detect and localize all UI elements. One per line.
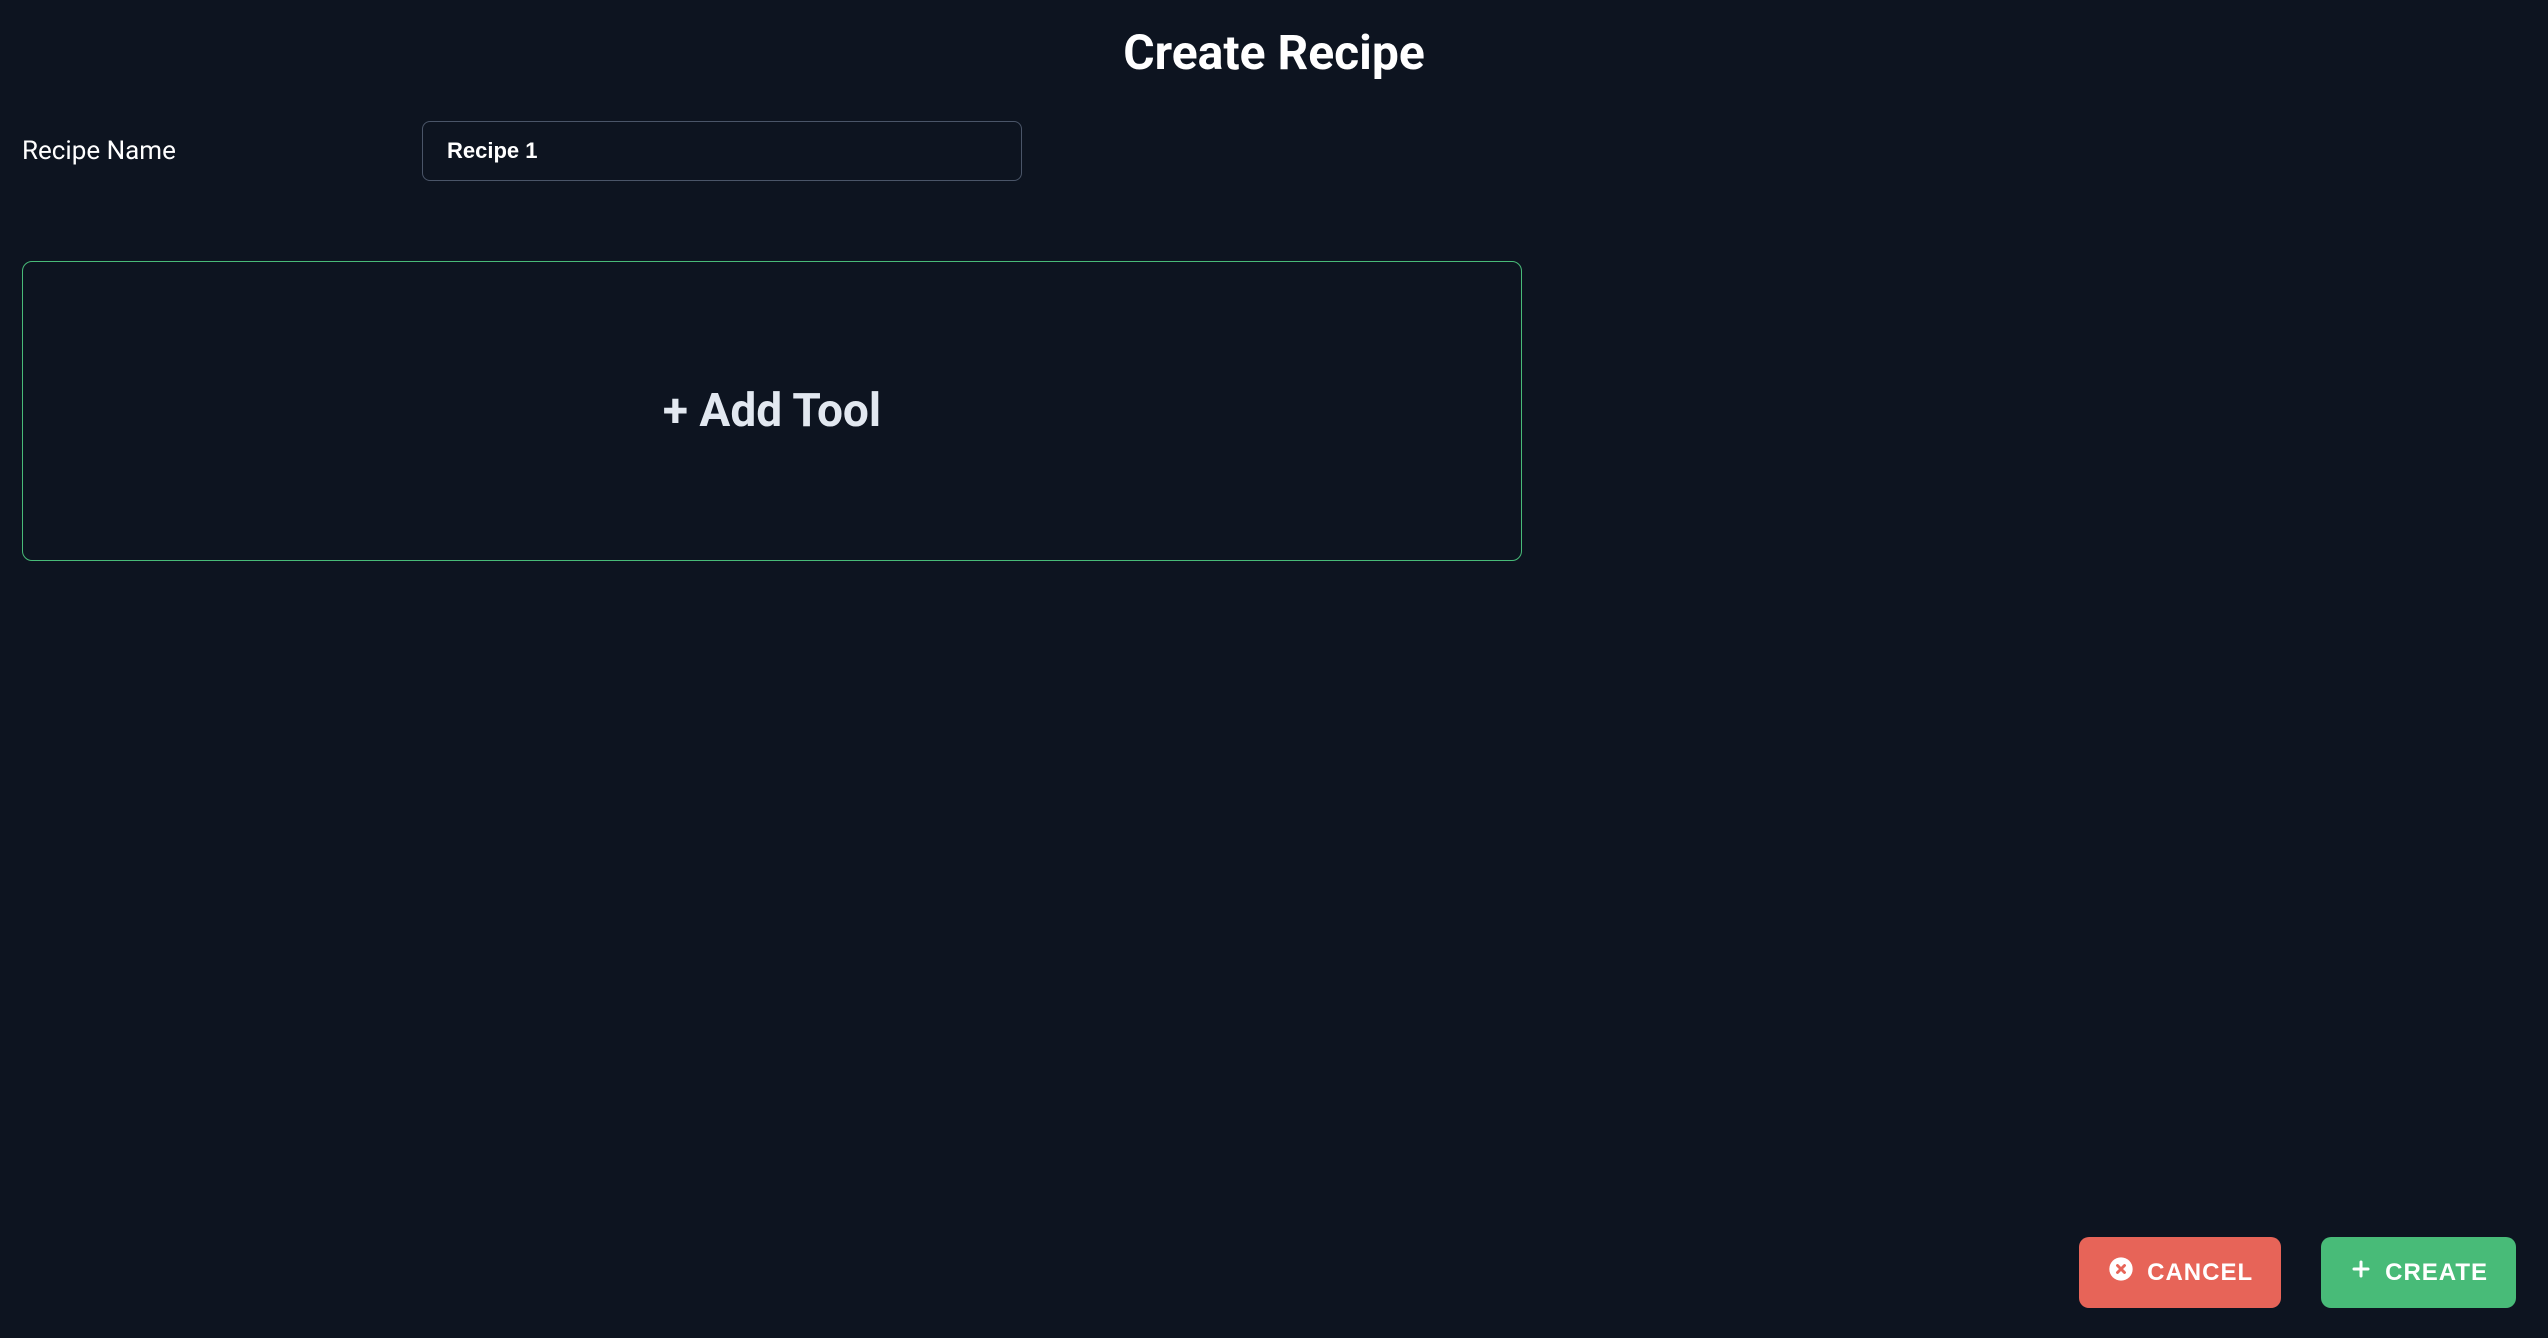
cancel-button-label: CANCEL xyxy=(2147,1259,2253,1287)
create-button-label: CREATE xyxy=(2385,1259,2488,1287)
recipe-name-label: Recipe Name xyxy=(22,136,382,166)
cancel-icon xyxy=(2107,1255,2135,1290)
add-tool-label: + Add Tool xyxy=(663,384,881,438)
add-tool-button[interactable]: + Add Tool xyxy=(22,261,1522,561)
recipe-name-row: Recipe Name xyxy=(22,121,2526,181)
footer-actions: CANCEL CREATE xyxy=(2079,1237,2516,1308)
create-button[interactable]: CREATE xyxy=(2321,1237,2516,1308)
form-section: Recipe Name xyxy=(0,81,2548,201)
recipe-name-input[interactable] xyxy=(422,121,1022,181)
plus-icon xyxy=(2349,1257,2373,1288)
cancel-button[interactable]: CANCEL xyxy=(2079,1237,2281,1308)
page-title: Create Recipe xyxy=(0,0,2548,81)
